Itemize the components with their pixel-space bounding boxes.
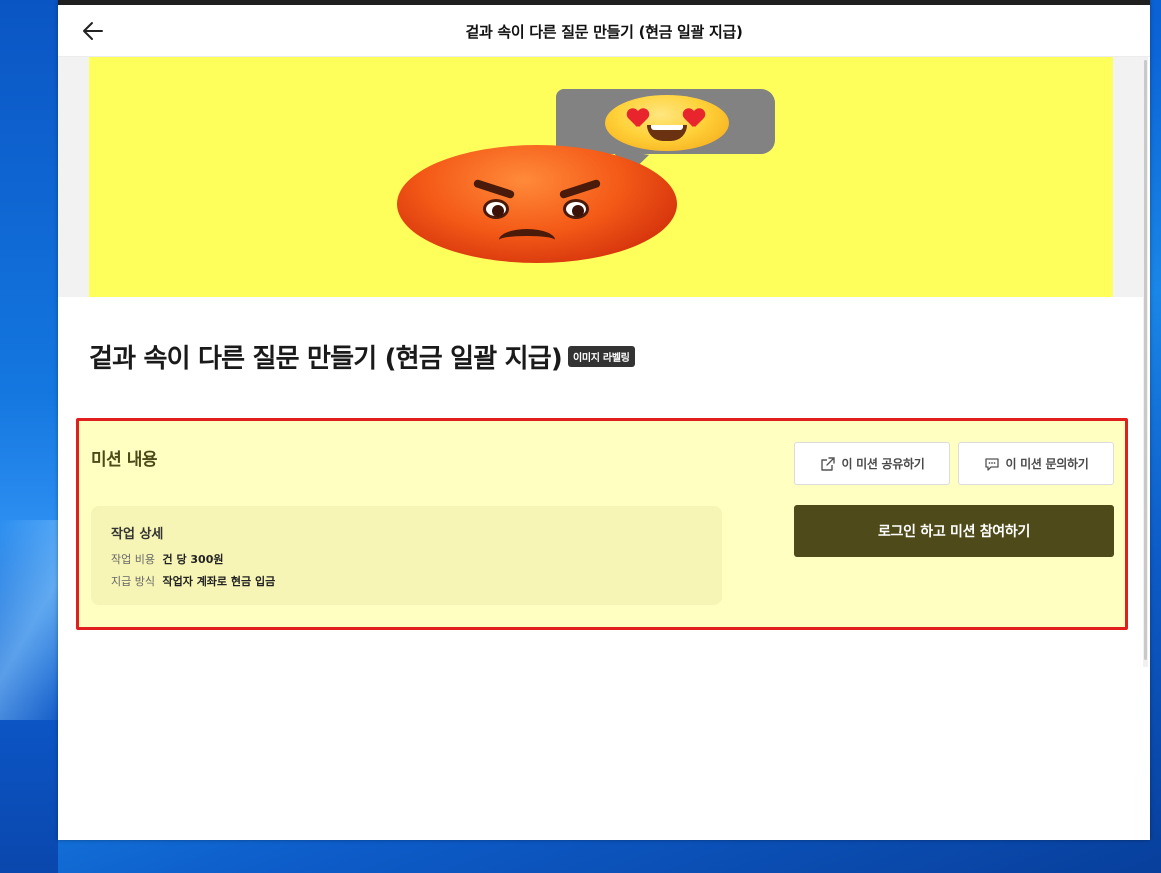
left-eye	[483, 199, 509, 219]
mission-section: 미션 내용 이 미션 공유하기 이 미션 문의하기 로그인 하고 미션 참여하기…	[76, 418, 1128, 630]
angry-face-emoji	[397, 145, 677, 263]
chat-icon	[984, 457, 999, 471]
share-mission-label: 이 미션 공유하기	[841, 457, 925, 471]
page-title: 겉과 속이 다른 질문 만들기 (현금 일괄 지급)	[89, 344, 563, 374]
desktop-background	[0, 0, 58, 873]
category-tag: 이미지 라벨링	[567, 346, 635, 367]
task-cost-value: 건 당 300원	[162, 553, 224, 566]
share-mission-button[interactable]: 이 미션 공유하기	[794, 442, 950, 485]
task-detail-title: 작업 상세	[111, 527, 164, 542]
frown-mouth	[499, 229, 555, 251]
page-header: 겉과 속이 다른 질문 만들기 (현금 일괄 지급)	[58, 5, 1150, 57]
inquire-mission-button[interactable]: 이 미션 문의하기	[958, 442, 1114, 485]
task-cost-row: 작업 비용 건 당 300원	[111, 551, 223, 567]
smile-mouth	[647, 125, 687, 141]
payment-method-value: 작업자 계좌로 현금 입금	[162, 575, 276, 588]
task-cost-label: 작업 비용	[111, 553, 155, 566]
share-icon	[820, 456, 835, 471]
scrollbar-thumb[interactable]	[1144, 60, 1147, 660]
payment-method-row: 지급 방식 작업자 계좌로 현금 입금	[111, 573, 275, 589]
right-eye	[563, 199, 589, 219]
mission-banner-image	[89, 57, 1113, 297]
heart-eyes-emoji	[605, 95, 729, 151]
inquire-mission-label: 이 미션 문의하기	[1005, 457, 1089, 471]
right-eyebrow	[558, 178, 602, 200]
heart-icon	[627, 109, 649, 127]
left-eyebrow	[472, 178, 516, 200]
payment-method-label: 지급 방식	[111, 575, 155, 588]
browser-window: 겉과 속이 다른 질문 만들기 (현금 일괄 지급) 겉과 속이 다른 질문 만…	[58, 0, 1150, 840]
header-title: 겉과 속이 다른 질문 만들기 (현금 일괄 지급)	[465, 23, 743, 41]
task-detail-card: 작업 상세 작업 비용 건 당 300원 지급 방식 작업자 계좌로 현금 입금	[91, 506, 722, 605]
mission-heading: 미션 내용	[91, 450, 157, 470]
login-join-mission-button[interactable]: 로그인 하고 미션 참여하기	[794, 505, 1114, 557]
page-title-row: 겉과 속이 다른 질문 만들기 (현금 일괄 지급) 이미지 라벨링	[89, 338, 635, 378]
